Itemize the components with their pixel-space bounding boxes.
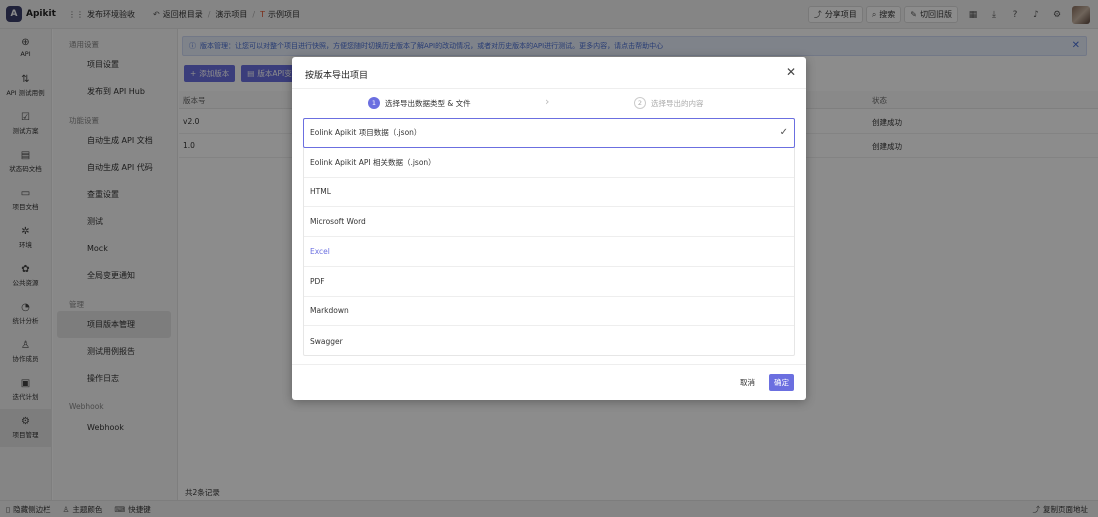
step-number: 2 [634, 97, 646, 109]
step-1: 1 选择导出数据类型 & 文件 [368, 97, 471, 109]
option-label: Excel [310, 246, 330, 256]
option-markdown[interactable]: Markdown [304, 297, 794, 327]
export-version-dialog: 按版本导出项目 ✕ 1 选择导出数据类型 & 文件 › 2 选择导出的内容 Eo… [292, 57, 806, 400]
divider [292, 364, 806, 365]
cancel-button[interactable]: 取消 [735, 374, 760, 391]
option-apikit-api-data[interactable]: Eolink Apikit API 相关数据（.json） [304, 148, 794, 178]
step-2: 2 选择导出的内容 [634, 97, 704, 109]
close-icon[interactable]: ✕ [786, 65, 796, 79]
check-icon: ✓ [779, 127, 788, 138]
option-swagger[interactable]: Swagger [304, 326, 794, 356]
step-number: 1 [368, 97, 380, 109]
option-pdf[interactable]: PDF [304, 267, 794, 297]
export-type-list: Eolink Apikit 项目数据（.json） ✓ Eolink Apiki… [303, 118, 795, 356]
option-label: Eolink Apikit API 相关数据（.json） [310, 157, 436, 167]
divider [292, 88, 806, 89]
option-html[interactable]: HTML [304, 178, 794, 208]
option-label: Swagger [310, 336, 343, 346]
chevron-right-icon: › [545, 95, 550, 108]
dialog-title: 按版本导出项目 [305, 71, 369, 81]
option-label: PDF [310, 276, 325, 286]
option-label: Eolink Apikit 项目数据（.json） [310, 128, 422, 138]
option-microsoft-word[interactable]: Microsoft Word [304, 207, 794, 237]
confirm-button[interactable]: 确定 [769, 374, 794, 391]
option-label: HTML [310, 187, 331, 197]
step-label: 选择导出的内容 [651, 98, 704, 108]
step-label: 选择导出数据类型 & 文件 [385, 98, 471, 108]
option-label: Markdown [310, 306, 349, 316]
option-excel[interactable]: Excel [304, 237, 794, 267]
export-steps: 1 选择导出数据类型 & 文件 › 2 选择导出的内容 [292, 95, 806, 111]
option-apikit-project-data[interactable]: Eolink Apikit 项目数据（.json） ✓ [303, 118, 795, 148]
option-label: Microsoft Word [310, 217, 366, 227]
